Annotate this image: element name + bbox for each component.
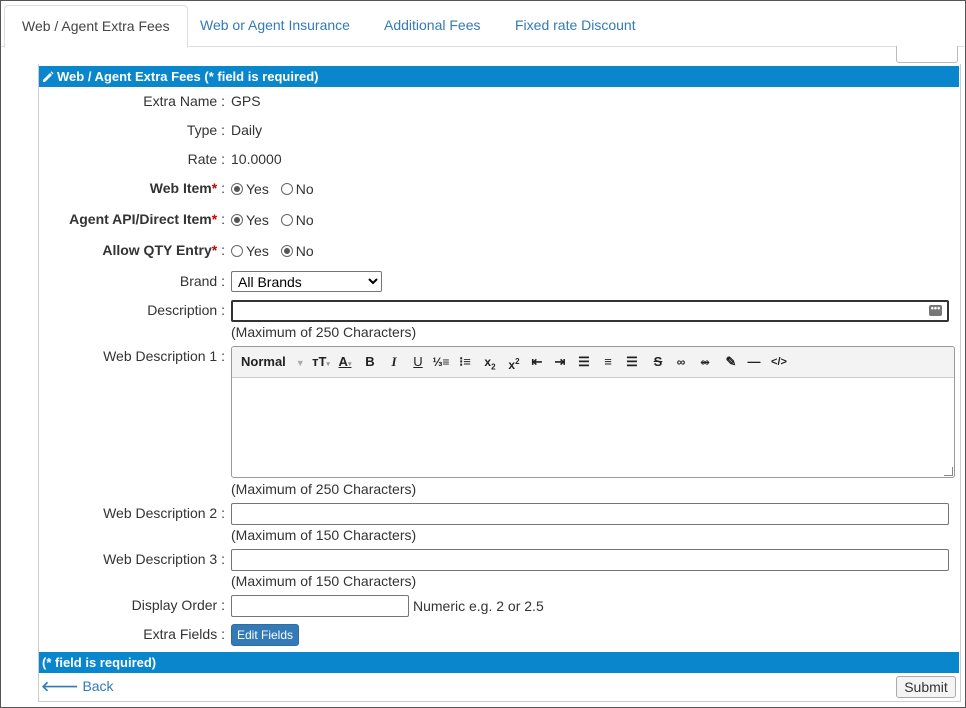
- arrow-left-icon: 🡐: [41, 678, 79, 694]
- web-item-label: Web Item* :: [150, 180, 225, 196]
- panel-header-title: Web / Agent Extra Fees (* field is requi…: [57, 69, 319, 84]
- more-options-icon[interactable]: •••: [929, 304, 942, 316]
- underline-icon[interactable]: U: [410, 353, 426, 371]
- format-dropdown-value: Normal: [241, 354, 286, 369]
- format-dropdown[interactable]: Normal ▼: [241, 353, 305, 371]
- web-item-yes-radio[interactable]: [231, 183, 243, 195]
- extra-name-label: Extra Name :: [143, 93, 225, 109]
- web-item-radio-group: Yes No: [231, 181, 322, 197]
- horizontal-rule-icon[interactable]: —: [746, 353, 762, 371]
- agent-api-no-label: No: [295, 212, 314, 228]
- align-left-icon[interactable]: ☰: [576, 353, 592, 371]
- panel-footer: (* field is required): [39, 652, 959, 673]
- web-item-yes-label: Yes: [246, 181, 269, 197]
- edit-fields-button[interactable]: Edit Fields: [231, 624, 299, 646]
- allow-qty-label: Allow QTY Entry* :: [102, 242, 225, 258]
- font-size-icon[interactable]: тT▾: [312, 353, 330, 371]
- web-desc-3-hint: (Maximum of 150 Characters): [231, 573, 417, 589]
- description-label: Description :: [147, 302, 225, 318]
- tab-bar: Web / Agent Extra Fees Web or Agent Insu…: [1, 1, 964, 48]
- unordered-list-icon[interactable]: ⁝≡: [456, 353, 474, 371]
- allow-qty-yes-label: Yes: [246, 243, 269, 259]
- agent-api-label-text: Agent API/Direct Item: [69, 211, 212, 227]
- italic-icon[interactable]: I: [386, 353, 402, 371]
- allow-qty-label-text: Allow QTY Entry: [102, 242, 212, 258]
- back-link[interactable]: 🡐 Back: [41, 678, 114, 695]
- display-order-input[interactable]: [231, 595, 409, 617]
- description-input[interactable]: •••: [231, 300, 949, 322]
- agent-api-radio-group: Yes No: [231, 212, 322, 228]
- superscript-icon[interactable]: x2: [506, 353, 522, 372]
- unlink-icon[interactable]: ∞: [696, 353, 714, 371]
- eraser-icon[interactable]: ✎: [722, 353, 740, 371]
- tab-web-agent-extra-fees[interactable]: Web / Agent Extra Fees: [4, 5, 188, 48]
- web-desc-2-hint: (Maximum of 150 Characters): [231, 527, 417, 543]
- top-button[interactable]: [896, 46, 958, 63]
- tab-additional-fees[interactable]: Additional Fees: [367, 5, 498, 46]
- allow-qty-yes-radio[interactable]: [231, 245, 243, 257]
- panel-footer-text: (* field is required): [42, 655, 157, 670]
- link-icon[interactable]: ∞: [672, 353, 690, 371]
- bold-icon[interactable]: B: [362, 353, 378, 371]
- font-color-icon[interactable]: A▾: [336, 353, 354, 371]
- pencil-icon: [43, 71, 54, 82]
- extra-name-value: GPS: [231, 93, 261, 109]
- extra-fields-label: Extra Fields :: [143, 626, 225, 642]
- agent-api-yes-label: Yes: [246, 212, 269, 228]
- agent-api-label: Agent API/Direct Item* :: [69, 211, 225, 227]
- web-desc-1-editor: Normal ▼ тT▾ A▾ B I U ⅓≡ ⁝≡ x2 x2 ⇤ ⇥ ☰ ≡…: [231, 346, 955, 478]
- rate-value: 10.0000: [231, 151, 282, 167]
- web-desc-1-label: Web Description 1 :: [103, 348, 225, 364]
- description-hint: (Maximum of 250 Characters): [231, 324, 417, 340]
- web-item-label-text: Web Item: [149, 180, 212, 196]
- allow-qty-no-radio[interactable]: [280, 245, 293, 257]
- brand-select[interactable]: All Brands: [231, 271, 382, 292]
- web-desc-3-input[interactable]: [231, 549, 949, 571]
- display-order-hint: Numeric e.g. 2 or 2.5: [413, 598, 544, 614]
- align-right-icon[interactable]: ☰: [624, 353, 640, 371]
- code-view-icon[interactable]: </>: [770, 353, 788, 371]
- web-desc-3-label: Web Description 3 :: [103, 551, 225, 567]
- web-item-label-suffix: :: [217, 180, 225, 196]
- tab-fixed-rate-discount[interactable]: Fixed rate Discount: [498, 5, 653, 46]
- allow-qty-no-label: No: [295, 243, 314, 259]
- agent-api-yes-radio[interactable]: [231, 214, 243, 226]
- allow-qty-radio-group: Yes No: [231, 243, 322, 259]
- resize-handle[interactable]: [944, 467, 953, 476]
- type-value: Daily: [231, 122, 263, 138]
- back-link-label: Back: [82, 678, 114, 694]
- panel-header: Web / Agent Extra Fees (* field is requi…: [39, 66, 959, 87]
- web-item-no-radio[interactable]: [280, 183, 293, 195]
- web-desc-2-input[interactable]: [231, 503, 949, 525]
- allow-qty-label-suffix: :: [217, 242, 225, 258]
- indent-icon[interactable]: ⇥: [552, 353, 568, 371]
- web-desc-2-label: Web Description 2 :: [103, 505, 225, 521]
- outdent-icon[interactable]: ⇤: [529, 353, 545, 371]
- display-order-label: Display Order :: [131, 597, 225, 613]
- agent-api-no-radio[interactable]: [280, 214, 293, 226]
- web-desc-1-hint: (Maximum of 250 Characters): [231, 481, 417, 497]
- tab-web-or-agent-insurance[interactable]: Web or Agent Insurance: [183, 5, 367, 46]
- brand-label: Brand :: [179, 273, 225, 289]
- submit-button[interactable]: Submit: [896, 676, 956, 698]
- strikethrough-icon[interactable]: S: [650, 353, 666, 371]
- agent-api-label-suffix: :: [217, 211, 225, 227]
- web-item-no-label: No: [295, 181, 314, 197]
- ordered-list-icon[interactable]: ⅓≡: [432, 353, 450, 371]
- align-center-icon[interactable]: ≡: [600, 353, 616, 371]
- editor-toolbar: Normal ▼ тT▾ A▾ B I U ⅓≡ ⁝≡ x2 x2 ⇤ ⇥ ☰ ≡…: [232, 347, 954, 378]
- type-label: Type :: [186, 122, 225, 138]
- rate-label: Rate :: [187, 151, 225, 167]
- subscript-icon[interactable]: x2: [482, 353, 498, 371]
- chevron-down-icon: ▼: [295, 358, 305, 368]
